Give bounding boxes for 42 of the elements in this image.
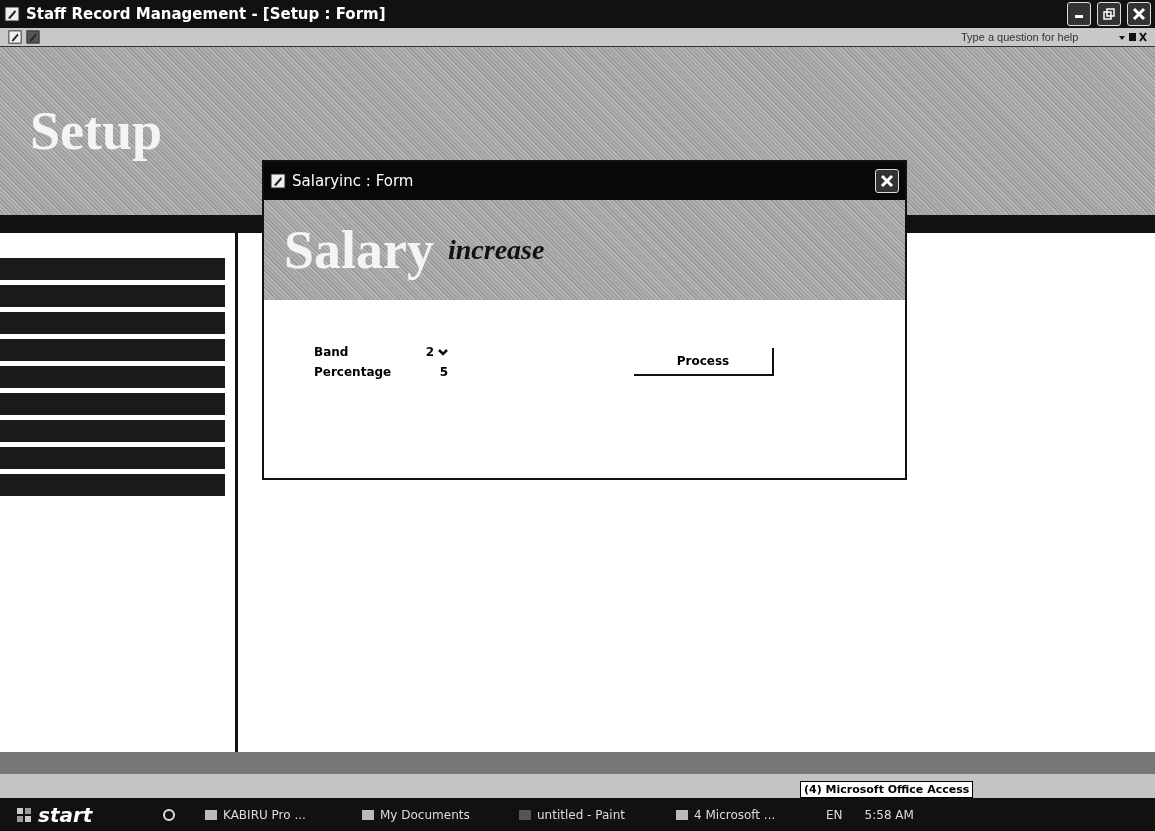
restore-icon <box>1103 8 1115 20</box>
nav-button[interactable] <box>0 393 225 415</box>
nav-button[interactable] <box>0 339 225 361</box>
chevron-down-icon <box>438 348 448 356</box>
nav-button[interactable] <box>0 312 225 334</box>
form-title: Setup <box>30 100 163 162</box>
dialog-heading: Salary <box>284 219 434 281</box>
language-indicator[interactable]: EN <box>826 807 843 822</box>
app-icon <box>4 6 20 22</box>
field-label: Band <box>314 345 350 359</box>
nav-button[interactable] <box>0 474 225 496</box>
dialog-title: Salaryinc : Form <box>292 172 415 190</box>
percentage-field[interactable]: 5 <box>424 365 448 379</box>
app-icon <box>8 30 22 44</box>
help-field[interactable]: Type a question for help <box>959 30 1113 44</box>
nav-button[interactable] <box>0 285 225 307</box>
field-label: Percentage <box>314 365 393 379</box>
window-controls-icon[interactable] <box>1117 32 1147 42</box>
start-button[interactable]: start <box>10 801 140 828</box>
close-icon <box>1132 7 1146 21</box>
band-dropdown[interactable]: 2 <box>424 345 448 359</box>
restore-button[interactable] <box>1097 2 1121 26</box>
clock: 5:58 AM <box>864 807 914 822</box>
nav-button[interactable] <box>0 447 225 469</box>
close-icon <box>880 174 894 188</box>
taskbar-item[interactable]: KABIRU Pro ... <box>198 806 333 823</box>
close-button[interactable] <box>1127 2 1151 26</box>
browser-icon[interactable] <box>162 807 176 822</box>
minimize-button[interactable] <box>1067 2 1091 26</box>
nav-button[interactable] <box>0 420 225 442</box>
taskbar-item[interactable]: untitled - Paint <box>512 806 647 823</box>
window-title: Staff Record Management - [Setup : Form] <box>26 5 387 23</box>
taskbar-item[interactable]: My Documents <box>355 806 490 823</box>
process-button[interactable]: Process <box>634 348 774 376</box>
dialog-subheading: increase <box>448 234 545 266</box>
tooltip: (4) Microsoft Office Access <box>800 781 974 798</box>
app-icon <box>270 173 286 189</box>
nav-button[interactable] <box>0 258 225 280</box>
taskbar-item[interactable]: 4 Microsoft ... <box>669 806 804 823</box>
windows-logo-icon <box>16 806 32 823</box>
close-button[interactable] <box>875 169 899 193</box>
nav-button[interactable] <box>0 366 225 388</box>
